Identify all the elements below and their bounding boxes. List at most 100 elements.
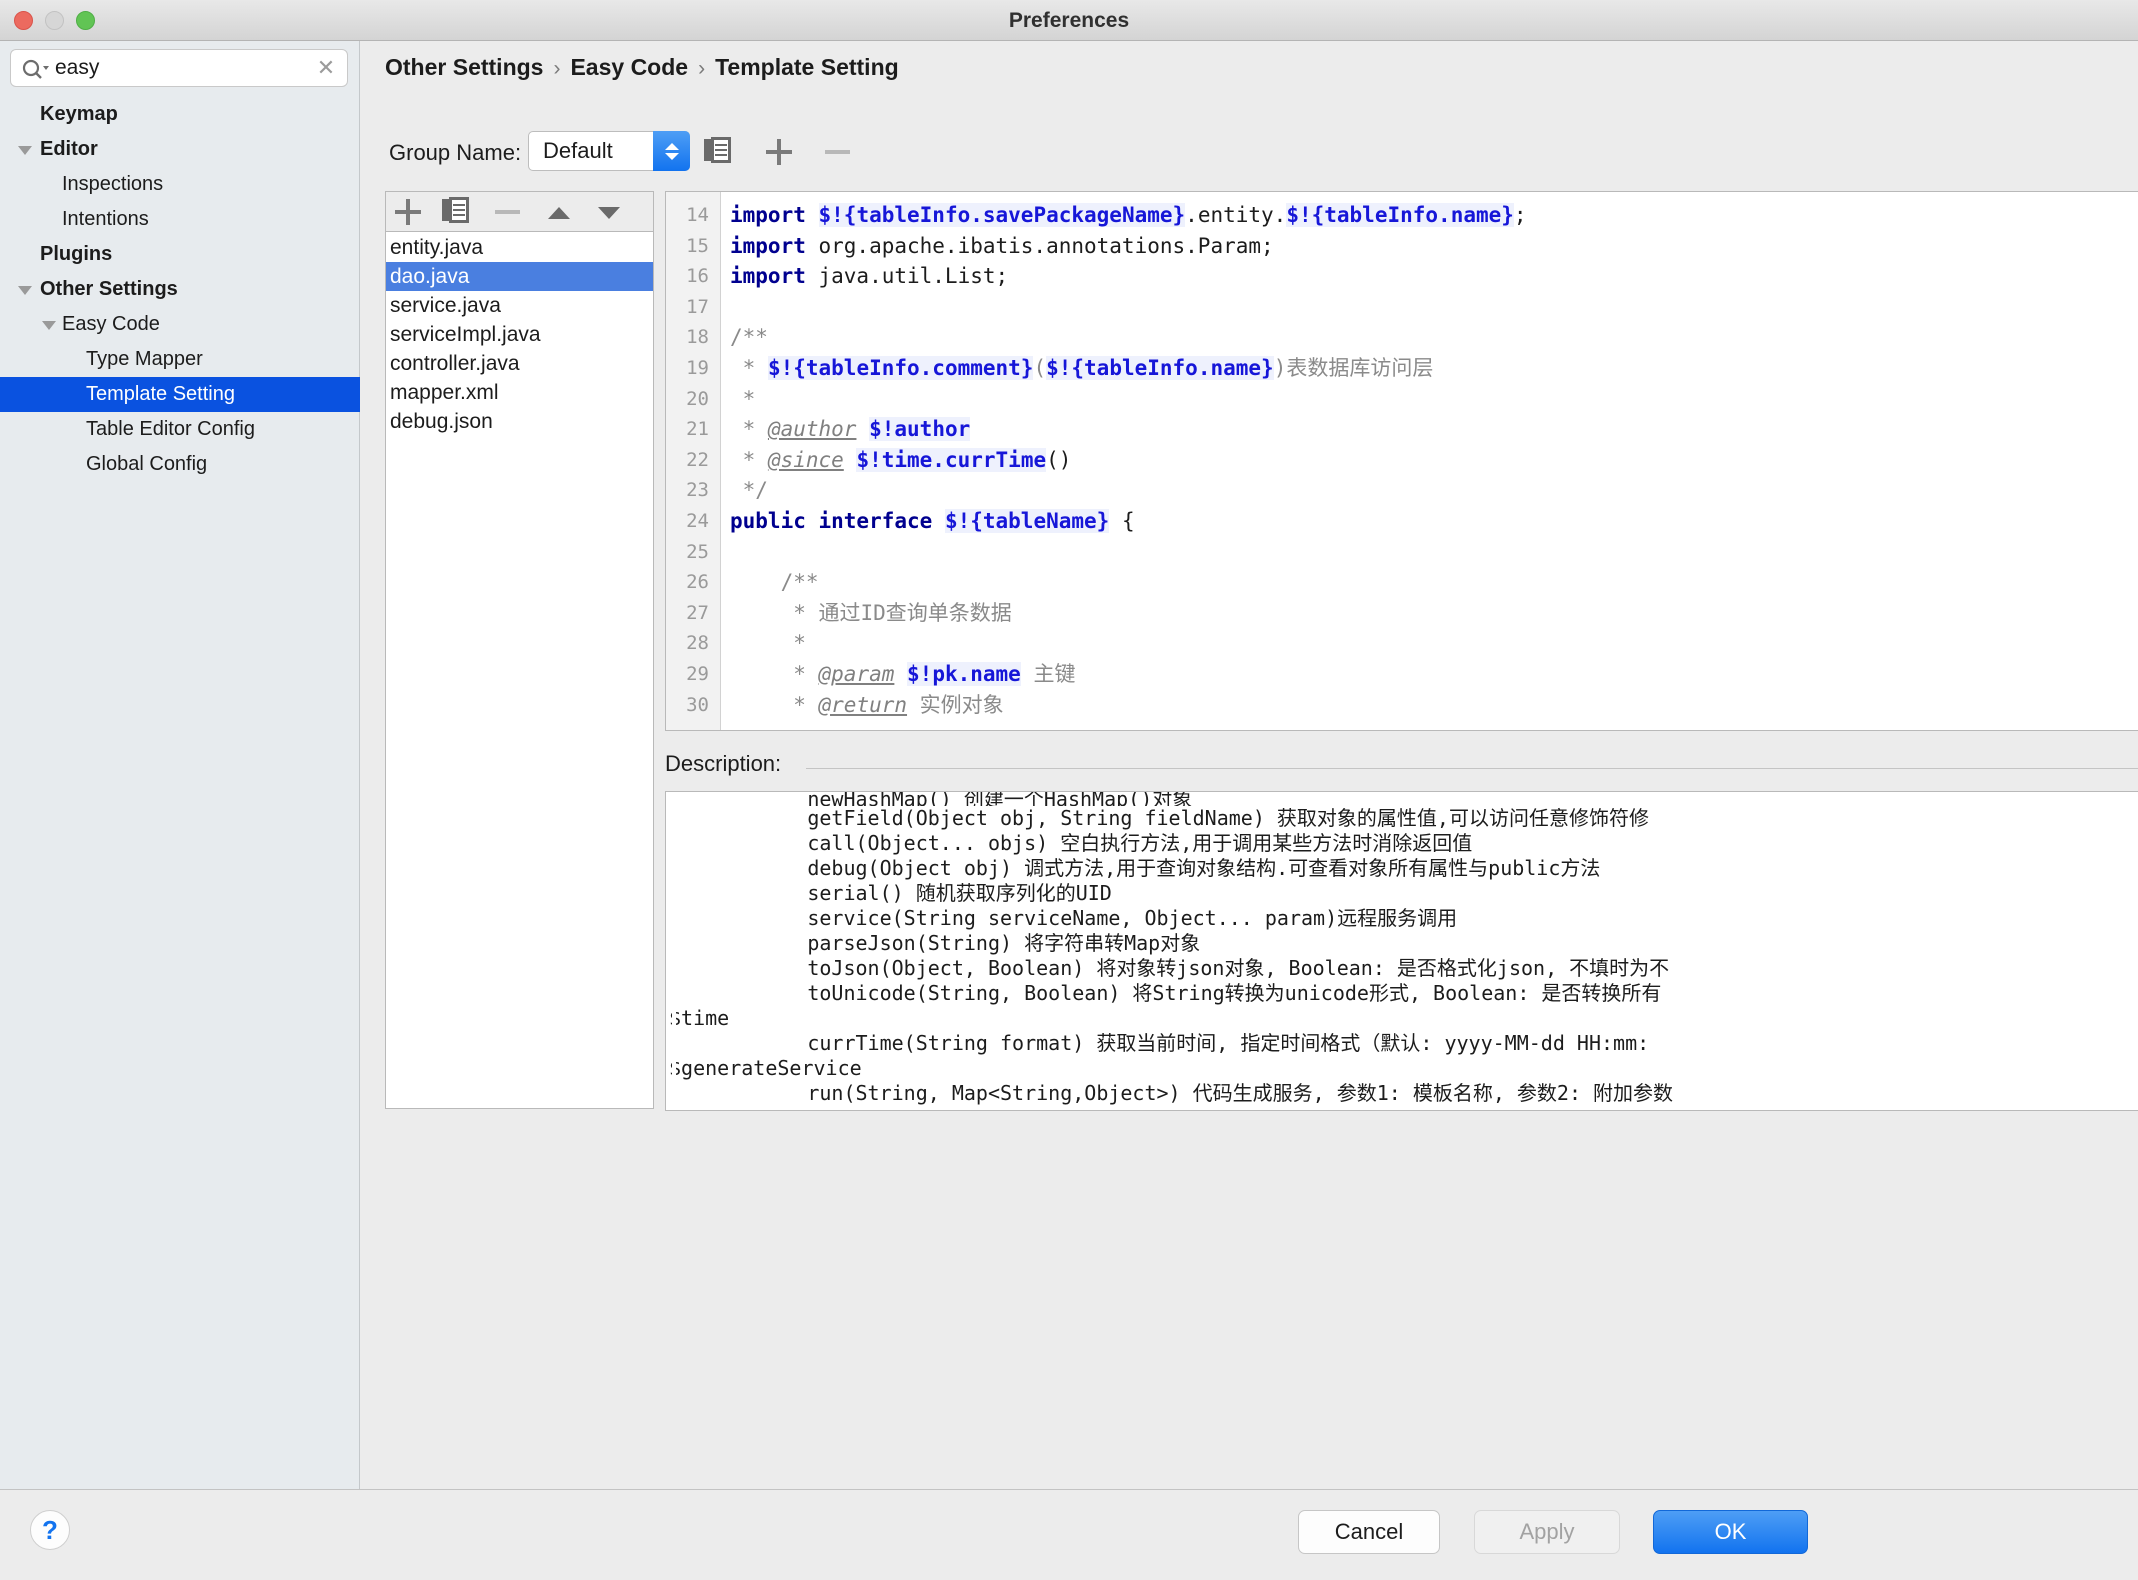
- sidebar-item-table-editor-config[interactable]: Table Editor Config: [0, 412, 360, 447]
- code-line[interactable]: /**: [730, 567, 2138, 598]
- code-line[interactable]: *: [730, 628, 2138, 659]
- ok-button[interactable]: OK: [1653, 1510, 1808, 1554]
- sidebar-item-label: Plugins: [40, 243, 113, 265]
- code-token: $!time.currTime: [856, 447, 1047, 472]
- code-token: org.apache.ibatis.annotations.Param;: [805, 233, 1274, 258]
- line-number: 16: [686, 265, 709, 288]
- description-line: $time: [669, 1006, 730, 1030]
- chevron-updown-icon[interactable]: [653, 131, 690, 171]
- sidebar-item-intentions[interactable]: Intentions: [0, 202, 360, 237]
- list-item[interactable]: serviceImpl.java: [386, 320, 653, 349]
- code-line[interactable]: * @param $!pk.name 主键: [730, 659, 2138, 690]
- code-token: *: [730, 386, 756, 411]
- description-line: call(Object... objs) 空白执行方法,用于调用某些方法时消除返…: [711, 831, 1473, 855]
- code-token: /**: [730, 325, 768, 350]
- line-number: 29: [686, 662, 709, 685]
- main-panel: Other Settings › Easy Code › Template Settin…: [361, 41, 2138, 1489]
- sidebar-item-template-setting[interactable]: Template Setting: [0, 377, 360, 412]
- code-token: @since: [767, 447, 844, 472]
- code-token: {: [1109, 508, 1135, 533]
- sidebar-item-global-config[interactable]: Global Config: [0, 447, 360, 482]
- search-icon[interactable]: [21, 59, 49, 79]
- code-line[interactable]: import org.apache.ibatis.annotations.Par…: [730, 231, 2138, 262]
- search-input[interactable]: [55, 50, 305, 86]
- help-button[interactable]: ?: [30, 1510, 70, 1550]
- copy-file-button[interactable]: [442, 197, 472, 227]
- code-line[interactable]: * $!{tableInfo.comment}($!{tableInfo.nam…: [730, 353, 2138, 384]
- code-line[interactable]: import java.util.List;: [730, 261, 2138, 292]
- sidebar-item-plugins[interactable]: Plugins: [0, 237, 360, 272]
- code-line[interactable]: */: [730, 475, 2138, 506]
- code-line[interactable]: [730, 537, 2138, 568]
- cancel-button[interactable]: Cancel: [1298, 1510, 1440, 1554]
- line-number: 27: [686, 601, 709, 624]
- sidebar-item-keymap[interactable]: Keymap: [0, 97, 360, 132]
- description-scrollbar[interactable]: [672, 792, 676, 1110]
- code-line[interactable]: import $!{tableInfo.savePackageName}.ent…: [730, 200, 2138, 231]
- remove-file-button[interactable]: [492, 197, 522, 227]
- breadcrumb-part[interactable]: Other Settings: [385, 54, 543, 80]
- sidebar-item-other-settings[interactable]: Other Settings: [0, 272, 360, 307]
- code-line[interactable]: [730, 292, 2138, 323]
- editor-code-area[interactable]: import $!{tableInfo.savePackageName}.ent…: [722, 192, 2138, 730]
- window-titlebar: Preferences: [0, 0, 2138, 41]
- sidebar-item-editor[interactable]: Editor: [0, 132, 360, 167]
- code-line[interactable]: *: [730, 384, 2138, 415]
- line-number: 18: [686, 326, 709, 349]
- line-number: 24: [686, 509, 709, 532]
- code-line[interactable]: * @author $!author: [730, 414, 2138, 445]
- list-item[interactable]: entity.java: [386, 233, 653, 262]
- breadcrumb-part[interactable]: Easy Code: [570, 54, 688, 80]
- code-line[interactable]: * @return 实例对象: [730, 690, 2138, 721]
- code-line[interactable]: public interface $!{tableName} {: [730, 506, 2138, 537]
- breadcrumb: Other Settings › Easy Code › Template Settin…: [385, 47, 899, 87]
- sidebar-item-easy-code[interactable]: Easy Code: [0, 307, 360, 342]
- description-line: debug(Object obj) 调式方法,用于查询对象结构.可查看对象所有属…: [711, 856, 1601, 880]
- line-number: 20: [686, 387, 709, 410]
- description-panel[interactable]: newHashMap() 创建一个HashMap()对象 getField(Ob…: [665, 791, 2138, 1111]
- line-number: 17: [686, 295, 709, 318]
- move-up-icon[interactable]: [548, 207, 570, 219]
- search-box[interactable]: ✕: [10, 49, 348, 87]
- code-line[interactable]: * 通过ID查询单条数据: [730, 598, 2138, 629]
- code-token: .entity.: [1185, 203, 1287, 227]
- sidebar-item-label: Editor: [40, 138, 98, 160]
- code-token: *: [730, 417, 768, 442]
- code-token: import: [730, 233, 806, 258]
- list-item[interactable]: debug.json: [386, 407, 653, 436]
- list-item[interactable]: controller.java: [386, 349, 653, 378]
- code-token: *: [730, 355, 768, 380]
- search-clear-icon[interactable]: ✕: [315, 57, 337, 79]
- list-item[interactable]: dao.java: [386, 262, 653, 291]
- list-item[interactable]: mapper.xml: [386, 378, 653, 407]
- copy-group-button[interactable]: [704, 137, 734, 167]
- group-name-select[interactable]: Default: [528, 131, 690, 171]
- description-line: newHashMap() 创建一个HashMap()对象: [711, 792, 1193, 806]
- chevron-down-icon[interactable]: [18, 286, 32, 295]
- move-down-icon[interactable]: [598, 207, 620, 219]
- sidebar-item-type-mapper[interactable]: Type Mapper: [0, 342, 360, 377]
- breadcrumb-part[interactable]: Template Setting: [715, 54, 899, 80]
- template-code-editor[interactable]: 14 15 16 17 18 19 20 21 22 23 24 25 26 27 28 29 30 impor…: [665, 191, 2138, 731]
- code-token: *: [730, 631, 806, 656]
- add-group-button[interactable]: [764, 137, 794, 167]
- sidebar-item-inspections[interactable]: Inspections: [0, 167, 360, 202]
- chevron-down-icon[interactable]: [42, 321, 56, 330]
- breadcrumb-separator: ›: [553, 57, 561, 80]
- add-file-button[interactable]: [393, 197, 423, 227]
- code-line[interactable]: * @since $!time.currTime(): [730, 445, 2138, 476]
- code-token: *: [730, 661, 819, 686]
- line-number: 19: [686, 356, 709, 379]
- line-number: 15: [686, 234, 709, 257]
- code-token: *: [730, 692, 819, 717]
- code-token: $!{tableInfo.name}: [1046, 355, 1274, 380]
- group-name-value: Default: [543, 138, 613, 163]
- settings-sidebar: ✕ Keymap Editor Inspections Intentions Plugi…: [0, 41, 360, 1489]
- chevron-down-icon[interactable]: [18, 146, 32, 155]
- code-line[interactable]: /**: [730, 322, 2138, 353]
- list-item[interactable]: service.java: [386, 291, 653, 320]
